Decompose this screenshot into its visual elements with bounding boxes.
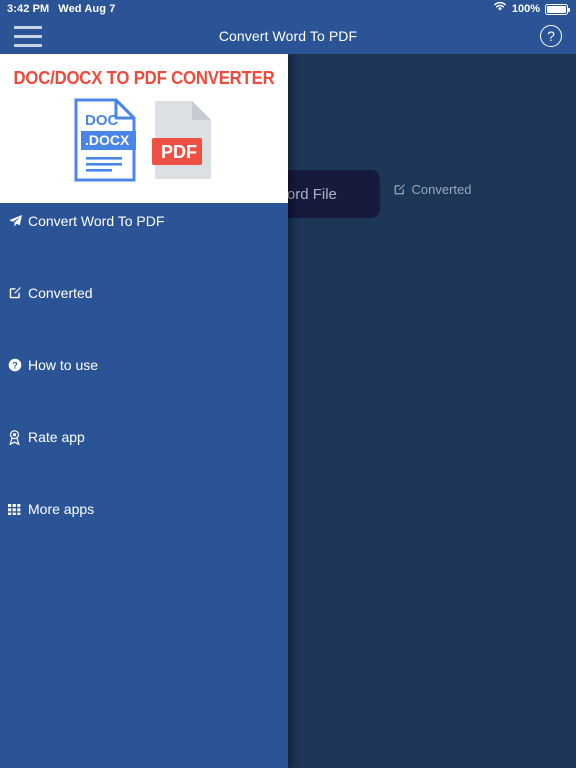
page-title: Convert Word To PDF	[218, 28, 358, 44]
sidebar-item-converted[interactable]: Converted	[0, 275, 288, 311]
battery-percent-label: 100%	[511, 3, 540, 15]
pdf-file-icon: PDF	[152, 98, 214, 187]
menu-spacer	[0, 455, 288, 491]
menu-spacer	[0, 239, 288, 275]
menu-spacer	[0, 383, 288, 419]
drawer-brand-title: DOC/DOCX TO PDF CONVERTER	[13, 68, 275, 88]
app-screen: 3:42 PM Wed Aug 7 100% Convert Word To P…	[0, 0, 576, 768]
pencil-square-icon	[8, 285, 26, 301]
status-bar-date: Wed Aug 7	[58, 3, 116, 15]
navigation-drawer: DOC/DOCX TO PDF CONVERTER DOC .DOCX PDF …	[0, 54, 288, 768]
drawer-menu: Convert Word To PDF Converted ? How to u…	[0, 203, 288, 527]
sidebar-item-label: Converted	[28, 285, 93, 301]
svg-text:DOC: DOC	[85, 112, 119, 129]
grid-apps-icon	[8, 501, 26, 517]
drawer-logo-icons: DOC .DOCX PDF	[0, 98, 288, 198]
pencil-square-icon	[393, 183, 406, 196]
sidebar-item-label: Rate app	[28, 429, 85, 445]
sidebar-item-convert-word-to-pdf[interactable]: Convert Word To PDF	[0, 203, 288, 239]
doc-docx-file-icon: DOC .DOCX	[74, 98, 136, 187]
svg-text:PDF: PDF	[161, 142, 197, 162]
status-bar-time: 3:42 PM	[7, 3, 50, 15]
paper-plane-icon	[8, 213, 26, 229]
svg-text:?: ?	[12, 361, 17, 371]
sidebar-item-rate-app[interactable]: Rate app	[0, 419, 288, 455]
status-bar-left: 3:42 PM Wed Aug 7	[0, 0, 115, 18]
question-circle-icon: ?	[8, 357, 26, 373]
wifi-icon	[493, 0, 507, 18]
menu-spacer	[0, 311, 288, 347]
sidebar-item-how-to-use[interactable]: ? How to use	[0, 347, 288, 383]
sidebar-item-label: Convert Word To PDF	[28, 213, 165, 229]
battery-full-icon	[545, 3, 570, 15]
drawer-header: DOC/DOCX TO PDF CONVERTER DOC .DOCX PDF	[0, 54, 288, 203]
status-bar-right: 100%	[493, 0, 576, 18]
svg-text:.DOCX: .DOCX	[85, 132, 130, 148]
converted-status-label: Converted	[411, 182, 472, 197]
award-ribbon-icon	[8, 429, 26, 445]
sidebar-item-more-apps[interactable]: More apps	[0, 491, 288, 527]
help-circle-icon[interactable]: ?	[540, 25, 562, 47]
sidebar-item-label: More apps	[28, 501, 95, 517]
navigation-bar: Convert Word To PDF ?	[0, 18, 576, 54]
sidebar-item-label: How to use	[28, 357, 99, 373]
ios-status-bar: 3:42 PM Wed Aug 7 100%	[0, 0, 576, 18]
